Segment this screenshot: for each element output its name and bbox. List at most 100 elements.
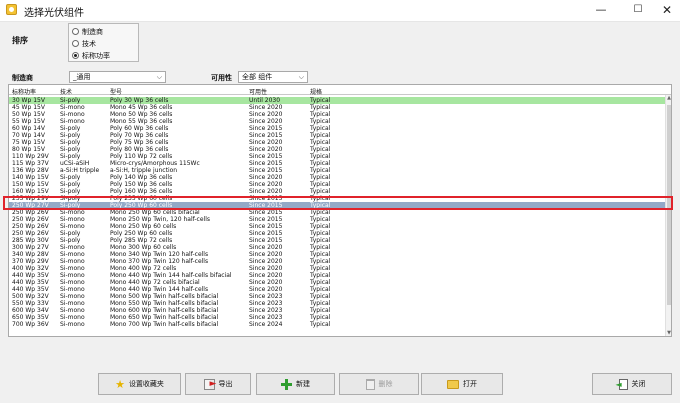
cell-availability: Since 2015 <box>249 202 283 209</box>
cell-technology: Si-poly <box>60 181 81 188</box>
table-row[interactable]: 440 Wp 35V Si-mono Mono 440 Wp 72 cells bi… <box>9 279 671 286</box>
cell-availability: Since 2015 <box>249 209 283 216</box>
minimize-button[interactable]: — <box>586 0 616 20</box>
scroll-up-icon[interactable]: ▲ <box>666 95 671 101</box>
table-row[interactable]: 115 Wp 37V uCSi-aSiH Micro-crys/Amorphous … <box>9 160 671 167</box>
title-bar: 选择光伏组件 — ☐ ✕ <box>0 0 680 22</box>
table-row[interactable]: 340 Wp 28V Si-mono Mono 340 Wp Twin 120 ha… <box>9 251 671 258</box>
cell-nominal-power: 285 Wp 30V <box>12 237 49 244</box>
cell-technology: Si-mono <box>60 265 85 272</box>
cell-spec: Typical <box>310 139 331 146</box>
cell-availability: Since 2020 <box>249 251 283 258</box>
cell-spec: Typical <box>310 104 331 111</box>
table-row[interactable]: 400 Wp 32V Si-mono Mono 400 Wp 72 cells Sin… <box>9 265 671 272</box>
cell-spec: Typical <box>310 195 331 202</box>
cell-technology: Si-mono <box>60 300 85 307</box>
table-row[interactable]: 70 Wp 14V Si-poly Poly 70 Wp 36 cells Since… <box>9 132 671 139</box>
radio-button[interactable] <box>72 40 79 47</box>
header-availability[interactable]: 可用性 <box>249 87 267 96</box>
table-row[interactable]: 250 Wp 26V Si-mono Mono 250 Wp Twin, 120 h… <box>9 216 671 223</box>
table-row[interactable]: 160 Wp 15V Si-poly Poly 160 Wp 36 cells Sin… <box>9 188 671 195</box>
cell-technology: Si-mono <box>60 244 85 251</box>
table-row[interactable]: 250 Wp 26V Si-mono Mono 250 Wp 60 cells bi… <box>9 209 671 216</box>
cell-spec: Typical <box>310 118 331 125</box>
table-row[interactable]: 250 Wp 27V Si-poly Poly 250 Wp 60 cells Sin… <box>9 202 671 209</box>
table-row[interactable]: 75 Wp 15V Si-poly Poly 75 Wp 36 cells Since… <box>9 139 671 146</box>
table-row[interactable]: 235 Wp 29V Si-poly Poly 235 Wp 60 cells Sin… <box>9 195 671 202</box>
cell-nominal-power: 250 Wp 26V <box>12 223 49 230</box>
cell-availability: Since 2015 <box>249 223 283 230</box>
header-spec[interactable]: 规格 <box>310 87 322 96</box>
table-row[interactable]: 650 Wp 35V Si-mono Mono 650 Wp Twin half-c… <box>9 314 671 321</box>
header-model[interactable]: 型号 <box>110 87 122 96</box>
table-row[interactable]: 440 Wp 35V Si-mono Mono 440 Wp Twin 144 ha… <box>9 272 671 279</box>
cell-technology: uCSi-aSiH <box>60 160 90 167</box>
radio-button-selected[interactable] <box>72 52 79 59</box>
table-row[interactable]: 150 Wp 15V Si-poly Poly 150 Wp 36 cells Sin… <box>9 181 671 188</box>
cell-technology: Si-mono <box>60 111 85 118</box>
maximize-button[interactable]: ☐ <box>623 0 653 20</box>
export-button[interactable]: 导出 <box>185 373 251 395</box>
availability-label: 可用性 <box>211 74 232 82</box>
cell-technology: Si-poly <box>60 174 81 181</box>
table-row[interactable]: 50 Wp 15V Si-mono Mono 50 Wp 36 cells Since… <box>9 111 671 118</box>
table-row[interactable]: 30 Wp 15V Si-poly Poly 30 Wp 36 cells Until… <box>9 97 671 104</box>
cell-spec: Typical <box>310 314 331 321</box>
cell-model: Poly 235 Wp 60 cells <box>110 195 173 202</box>
cell-spec: Typical <box>310 202 331 209</box>
table-row[interactable]: 300 Wp 27V Si-mono Mono 300 Wp 60 cells Sin… <box>9 244 671 251</box>
table-row[interactable]: 140 Wp 15V Si-poly Poly 140 Wp 36 cells Sin… <box>9 174 671 181</box>
delete-button[interactable]: 删除 <box>339 373 419 395</box>
header-nominal-power[interactable]: 标称功率 <box>12 87 36 96</box>
cell-nominal-power: 55 Wp 15V <box>12 118 45 125</box>
close-window-button[interactable]: ✕ <box>652 0 680 20</box>
table-row[interactable]: 370 Wp 29V Si-mono Mono 370 Wp Twin 120 ha… <box>9 258 671 265</box>
module-table[interactable]: 标称功率 技术 型号 可用性 规格 30 Wp 15V Si-poly Poly 3… <box>8 84 672 337</box>
table-row[interactable]: 440 Wp 35V Si-mono Mono 440 Wp Twin 144 ha… <box>9 286 671 293</box>
cell-model: Mono 300 Wp 60 cells <box>110 244 177 251</box>
new-button[interactable]: 新建 <box>256 373 335 395</box>
manufacturer-dropdown[interactable]: _通用 ⌵ <box>69 71 166 83</box>
cell-nominal-power: 550 Wp 33V <box>12 300 49 307</box>
cell-model: Mono 550 Wp Twin half-cells bifacial <box>110 300 219 307</box>
cell-model: Poly 110 Wp 72 cells <box>110 153 173 160</box>
window-title: 选择光伏组件 <box>24 8 84 19</box>
chevron-down-icon: ⌵ <box>156 73 162 81</box>
sort-option-manufacturer[interactable]: 制造商 <box>72 26 103 37</box>
table-row[interactable]: 250 Wp 26V Si-poly Poly 250 Wp 60 cells Sin… <box>9 230 671 237</box>
open-button[interactable]: 打开 <box>421 373 503 395</box>
cell-technology: Si-mono <box>60 251 85 258</box>
set-favorites-button[interactable]: ★ 设置收藏夹 <box>98 373 181 395</box>
table-row[interactable]: 136 Wp 28V a-Si:H tripple a-Si:H, tripple … <box>9 167 671 174</box>
availability-dropdown[interactable]: 全部 组件 ⌵ <box>238 71 308 83</box>
table-row[interactable]: 250 Wp 26V Si-mono Mono 250 Wp 60 cells Sin… <box>9 223 671 230</box>
table-row[interactable]: 550 Wp 33V Si-mono Mono 550 Wp Twin half-c… <box>9 300 671 307</box>
table-row[interactable]: 45 Wp 15V Si-mono Mono 45 Wp 36 cells Since… <box>9 104 671 111</box>
cell-availability: Since 2015 <box>249 153 283 160</box>
table-header: 标称功率 技术 型号 可用性 规格 <box>9 85 671 96</box>
cell-technology: a-Si:H tripple <box>60 167 100 174</box>
table-row[interactable]: 60 Wp 14V Si-poly Poly 60 Wp 36 cells Since… <box>9 125 671 132</box>
sort-option-technology[interactable]: 技术 <box>72 38 96 49</box>
table-row[interactable]: 700 Wp 36V Si-mono Mono 700 Wp Twin half-c… <box>9 321 671 328</box>
table-row[interactable]: 500 Wp 32V Si-mono Mono 500 Wp Twin half-c… <box>9 293 671 300</box>
table-row[interactable]: 285 Wp 30V Si-poly Poly 285 Wp 72 cells Sin… <box>9 237 671 244</box>
vertical-scrollbar[interactable]: ▲ ▼ <box>665 95 671 336</box>
scroll-down-icon[interactable]: ▼ <box>666 330 671 336</box>
cell-nominal-power: 370 Wp 29V <box>12 258 49 265</box>
table-row[interactable]: 80 Wp 15V Si-poly Poly 80 Wp 36 cells Since… <box>9 146 671 153</box>
table-row[interactable]: 55 Wp 15V Si-mono Mono 55 Wp 36 cells Since… <box>9 118 671 125</box>
scroll-thumb[interactable] <box>667 105 671 305</box>
sort-option-nominal-power[interactable]: 标称功率 <box>72 50 110 61</box>
cell-nominal-power: 440 Wp 35V <box>12 272 49 279</box>
table-row[interactable]: 600 Wp 34V Si-mono Mono 600 Wp Twin half-c… <box>9 307 671 314</box>
radio-button[interactable] <box>72 28 79 35</box>
cell-model: Mono 250 Wp Twin, 120 half-cells <box>110 216 211 223</box>
cell-spec: Typical <box>310 167 331 174</box>
cell-availability: Since 2020 <box>249 174 283 181</box>
cell-availability: Since 2020 <box>249 279 283 286</box>
header-technology[interactable]: 技术 <box>60 87 72 96</box>
table-row[interactable]: 110 Wp 29V Si-poly Poly 110 Wp 72 cells Sin… <box>9 153 671 160</box>
close-button[interactable]: 关闭 <box>592 373 672 395</box>
sort-radio-group: 制造商 技术 标称功率 <box>68 23 139 62</box>
